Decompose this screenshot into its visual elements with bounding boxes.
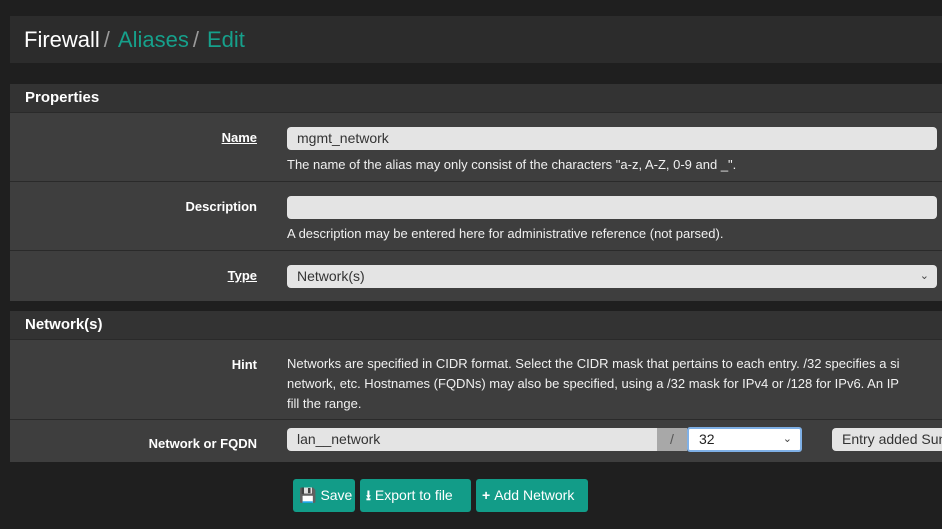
cidr-slash: / xyxy=(657,428,687,451)
hint-line: network, etc. Hostnames (FQDNs) may also… xyxy=(287,376,899,391)
properties-panel: Properties Name mgmt_network The name of… xyxy=(10,84,942,301)
entry-description-input[interactable]: Entry added Sun, xyxy=(832,428,942,451)
hint-row: Hint Networks are specified in CIDR form… xyxy=(10,340,942,420)
hint-label: Hint xyxy=(231,357,257,372)
network-label: Network or FQDN xyxy=(148,436,257,451)
breadcrumb-edit[interactable]: Edit xyxy=(207,27,245,52)
breadcrumb-separator: / xyxy=(192,27,199,52)
export-label: Export to file xyxy=(374,487,453,503)
chevron-down-icon: ⌄ xyxy=(782,433,792,445)
cidr-mask-select[interactable]: 32 ⌄ xyxy=(687,427,802,452)
description-help: A description may be entered here for ad… xyxy=(287,226,724,241)
save-button[interactable]: 💾 Save xyxy=(293,479,355,512)
breadcrumb-firewall: Firewall xyxy=(24,27,100,52)
add-network-button[interactable]: + Add Network xyxy=(476,479,588,512)
type-value: Network(s) xyxy=(297,268,365,284)
name-input[interactable]: mgmt_network xyxy=(287,127,937,150)
networks-panel: Network(s) Hint Networks are specified i… xyxy=(10,311,942,462)
type-row: Type Network(s) ⌄ xyxy=(10,251,942,301)
breadcrumb-separator: / xyxy=(103,27,110,52)
type-select[interactable]: Network(s) ⌄ xyxy=(287,265,937,288)
download-icon: ⭳ xyxy=(366,487,371,503)
networks-heading: Network(s) xyxy=(10,311,942,340)
chevron-down-icon: ⌄ xyxy=(919,270,929,282)
save-label: Save xyxy=(320,487,353,503)
plus-icon: + xyxy=(482,487,491,503)
hint-line: Networks are specified in CIDR format. S… xyxy=(287,356,900,371)
hint-line: fill the range. xyxy=(287,396,362,411)
description-row: Description A description may be entered… xyxy=(10,182,942,251)
save-icon: 💾 xyxy=(299,487,317,503)
description-label: Description xyxy=(185,199,257,214)
breadcrumb: Firewall / Aliases / Edit xyxy=(10,16,942,63)
description-input[interactable] xyxy=(287,196,937,219)
network-entry-row: Network or FQDN lan__network / 32 ⌄ Entry… xyxy=(10,420,942,462)
name-help: The name of the alias may only consist o… xyxy=(287,157,737,172)
add-network-label: Add Network xyxy=(494,487,575,503)
mask-value: 32 xyxy=(699,431,715,447)
export-button[interactable]: ⭳ Export to file xyxy=(360,479,471,512)
properties-heading: Properties xyxy=(10,84,942,113)
network-input[interactable]: lan__network xyxy=(287,428,657,451)
name-row: Name mgmt_network The name of the alias … xyxy=(10,113,942,182)
type-label: Type xyxy=(227,268,257,283)
name-label: Name xyxy=(221,130,257,145)
breadcrumb-aliases[interactable]: Aliases xyxy=(118,27,189,52)
